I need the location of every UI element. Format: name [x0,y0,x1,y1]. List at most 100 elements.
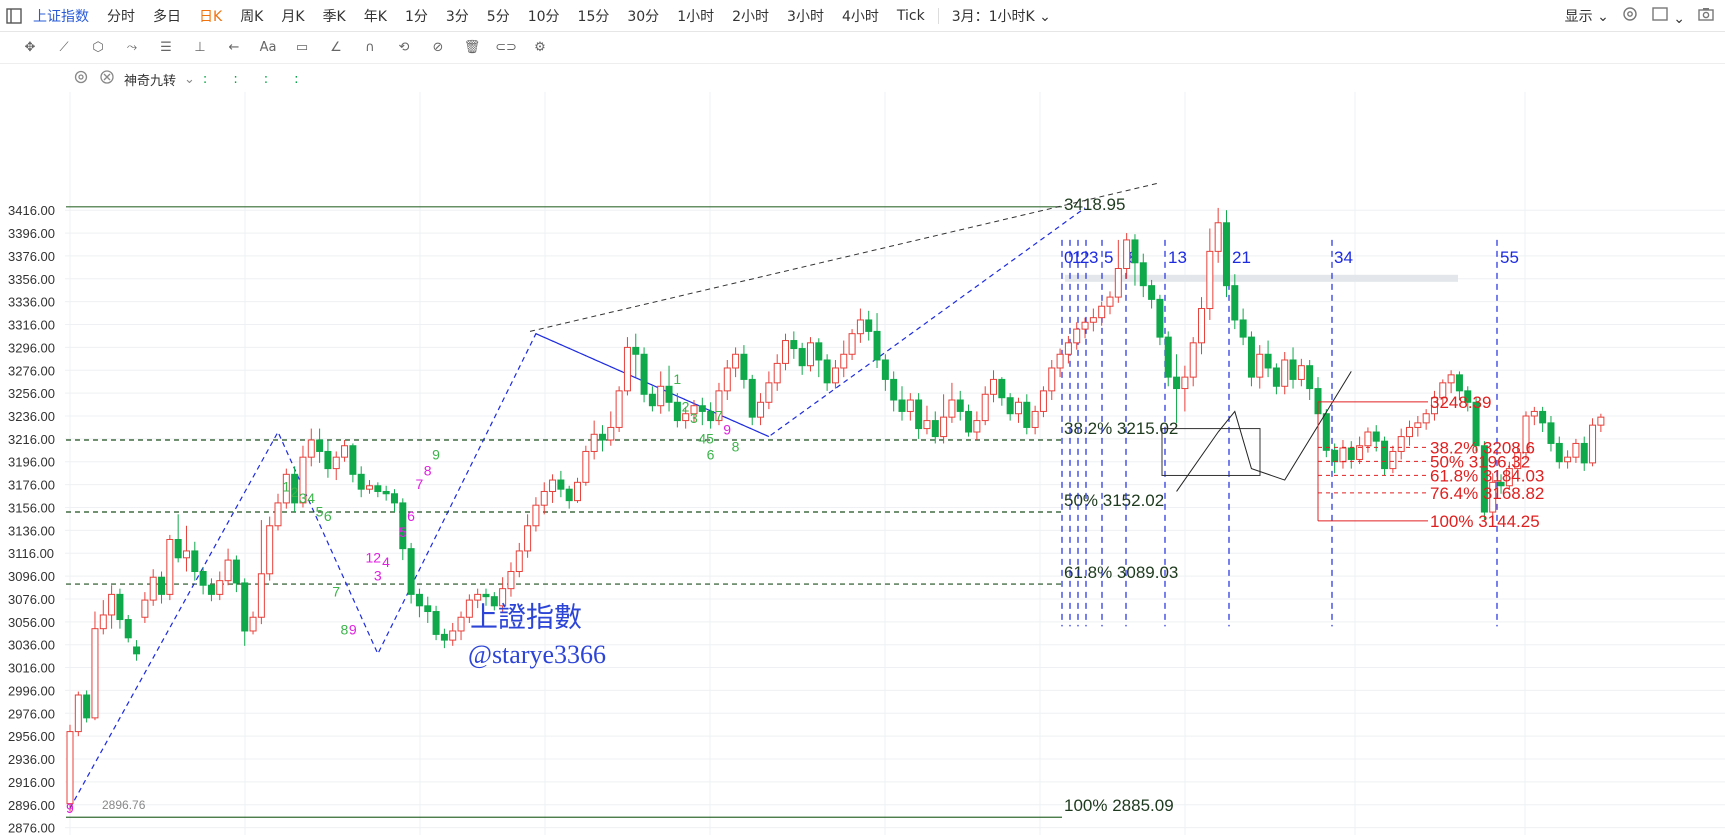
candle-body [1081,321,1089,330]
indicator-name[interactable]: 神奇九转 [124,70,176,89]
magnet-icon[interactable]: ∩ [360,38,380,58]
path-icon[interactable]: ⤳ [122,38,142,58]
candle-body [940,416,948,438]
candle-body [1297,365,1305,380]
candle-body [757,401,765,418]
candle-body [956,399,964,412]
indicator-value: : [202,71,208,87]
chevron-down-icon[interactable]: ⌄ [184,72,195,87]
candle-body [540,490,548,506]
display-button[interactable]: 显示 ⌄ [1565,6,1609,26]
indicator-value: : [233,71,238,87]
period-tab-15[interactable]: 2小时 [723,6,778,26]
sidebar-toggle-icon[interactable] [4,6,24,26]
candle-body [574,481,582,502]
period-tab-4[interactable]: 周K [231,6,272,26]
fib-right-label: 3248.39 [1430,393,1491,412]
ruler-icon[interactable]: ∠ [326,38,346,58]
period-tab-1[interactable]: 分时 [98,6,144,26]
td-sequence-label: 5 [316,504,324,520]
candle-body [1206,250,1214,310]
candle-body [390,493,398,504]
period-tab-14[interactable]: 1小时 [668,6,723,26]
gear-icon[interactable]: ⚙ [530,38,550,58]
y-tick-label: 2936.00 [8,752,55,767]
period-tab-0[interactable]: 上证指数 [24,6,98,26]
divider [937,7,939,24]
y-tick-label: 3116.00 [8,546,54,561]
shape-icon[interactable]: ⬡ [88,38,108,58]
comment-icon[interactable]: ▭ [292,38,312,58]
camera-icon[interactable] [1697,5,1715,27]
td-sequence-label: 4 [382,554,390,570]
gear-icon[interactable] [72,68,90,90]
period-tab-16[interactable]: 3小时 [778,6,833,26]
arrow-icon[interactable]: ← [224,38,244,58]
candle-body [141,599,149,618]
y-tick-label: 3416.00 [8,203,55,218]
candle-body [1597,416,1605,426]
candle-body [158,576,166,595]
candle-body [1014,401,1022,415]
measure-icon[interactable]: ⊥ [190,38,210,58]
candle-body [232,559,240,584]
period-tab-3[interactable]: 日K [190,6,231,26]
period-tab-2[interactable]: 多日 [144,6,190,26]
y-tick-label: 3276.00 [8,363,55,378]
candle-body [615,390,623,428]
trash-icon[interactable]: 🗑 [462,38,482,58]
candle-body [241,582,249,632]
candle-body [66,731,74,805]
candle-body [1181,376,1189,390]
candle-body [1281,359,1289,387]
price-chart[interactable]: 3416.00 3396.00 3376.00 3356.00 3336.00 3316.… [0,92,1725,835]
period-tab-13[interactable]: 30分 [618,6,668,26]
candle-body [1156,298,1164,338]
hide-icon[interactable]: ⊘ [428,38,448,58]
period-tab-17[interactable]: 4小时 [833,6,888,26]
y-tick-label: 3176.00 [8,478,55,493]
td-sequence-label: 3 [299,490,307,506]
crosshair-icon[interactable]: ✥ [20,38,40,58]
candle-body [1231,285,1239,321]
period-tab-18[interactable]: Tick [888,8,934,24]
trendline-icon[interactable]: ⟋ [54,38,74,58]
period-tab-9[interactable]: 3分 [437,6,478,26]
td-sequence-label: 1 [282,478,290,494]
layout-icon[interactable]: ⌄ [1651,5,1685,27]
candle-body [149,576,157,601]
candle-body [1580,442,1588,464]
text-icon[interactable]: Aa [258,38,278,58]
candle-body [1389,450,1397,470]
period-tab-8[interactable]: 1分 [396,6,437,26]
candle-body [108,593,116,616]
fib-icon[interactable]: ☰ [156,38,176,58]
period-tab-11[interactable]: 10分 [519,6,569,26]
td-sequence-label: 1 [673,371,681,387]
candle-body [457,616,465,632]
candle-body [898,399,906,412]
lock-icon[interactable]: ⟲ [394,38,414,58]
td-sequence-label: 7 [415,476,423,492]
candle-body [981,393,989,422]
y-tick-label: 3056.00 [8,615,55,630]
candle-body [440,633,448,641]
settings-icon[interactable] [1621,5,1639,27]
period-tab-10[interactable]: 5分 [478,6,519,26]
candle-body [806,342,814,367]
y-tick-label: 3396.00 [8,226,55,241]
td-sequence-label: 6 [407,508,415,524]
y-tick-label: 3356.00 [8,272,55,287]
candle-body [341,445,349,458]
period-tab-7[interactable]: 年K [355,6,396,26]
close-icon[interactable] [98,68,116,90]
candle-body [1306,365,1314,390]
candle-body [116,593,124,621]
period-select[interactable]: 3月：1小时K ⌄ [943,6,1060,26]
period-tab-12[interactable]: 15分 [569,6,619,26]
y-tick-label: 3296.00 [8,340,55,355]
period-tab-6[interactable]: 季K [314,6,355,26]
link-icon[interactable]: ⊂⊃ [495,38,517,58]
period-tab-5[interactable]: 月K [272,6,313,26]
td-sequence-label: 45 [698,430,714,446]
